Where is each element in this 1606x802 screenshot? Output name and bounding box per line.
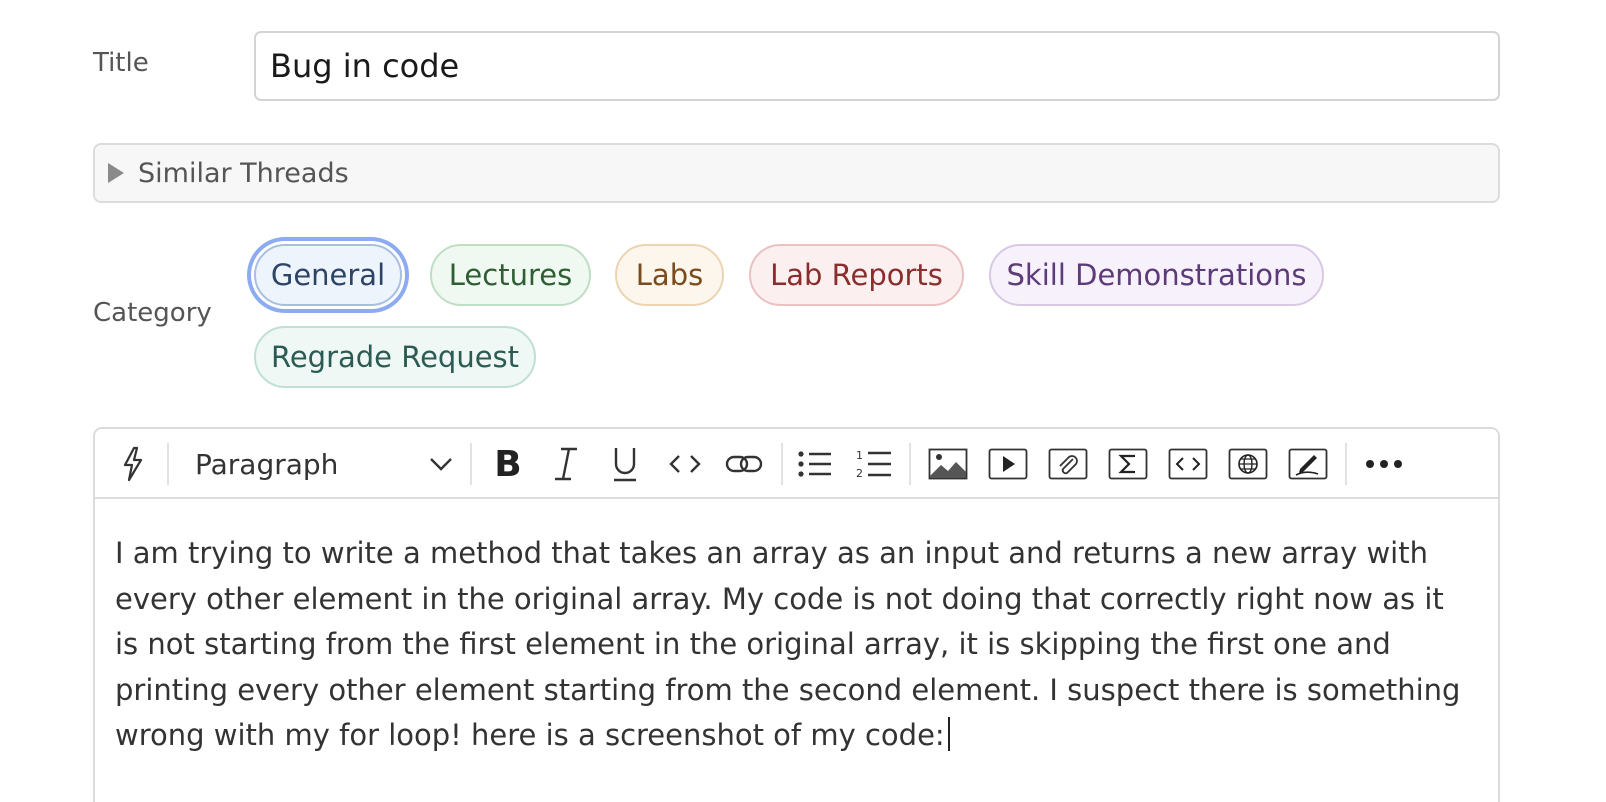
chip-label: General	[270, 258, 386, 292]
toolbar-separator	[470, 443, 472, 485]
category-chip-regrade-request[interactable]: Regrade Request	[254, 326, 536, 388]
toolbar-separator	[1345, 443, 1347, 485]
category-chip-skill-demonstrations[interactable]: Skill Demonstrations	[989, 244, 1324, 306]
text-cursor	[947, 717, 950, 751]
chip-label: Lectures	[448, 258, 573, 292]
category-label: Category	[93, 298, 212, 328]
svg-text:B: B	[494, 447, 521, 481]
svg-text:1: 1	[856, 449, 863, 462]
math-icon[interactable]	[1107, 446, 1149, 482]
more-icon[interactable]	[1363, 446, 1405, 482]
italic-icon[interactable]	[548, 446, 584, 482]
rich-text-editor: Paragraph B 12 I am trying to write a me…	[93, 427, 1500, 802]
chip-label: Regrade Request	[270, 340, 520, 374]
new-thread-form: Title Similar Threads Category General L…	[0, 0, 1606, 802]
link-icon[interactable]	[723, 446, 765, 482]
block-style-label: Paragraph	[195, 447, 339, 481]
chip-label: Lab Reports	[770, 258, 943, 292]
attachment-icon[interactable]	[1047, 446, 1089, 482]
toolbar-separator	[909, 443, 911, 485]
chevron-down-icon	[430, 458, 452, 471]
block-style-select[interactable]: Paragraph	[195, 443, 457, 485]
category-chip-lab-reports[interactable]: Lab Reports	[749, 244, 964, 306]
chip-label: Labs	[635, 258, 704, 292]
numbered-list-icon[interactable]: 12	[853, 446, 895, 482]
bold-icon[interactable]: B	[488, 446, 528, 482]
toolbar-separator	[781, 443, 783, 485]
editor-toolbar: Paragraph B 12	[95, 429, 1498, 499]
bullet-list-icon[interactable]	[795, 446, 835, 482]
code-block-icon[interactable]	[1167, 446, 1209, 482]
post-body-text: I am trying to write a method that takes…	[115, 536, 1461, 752]
chip-label: Skill Demonstrations	[1006, 258, 1307, 292]
video-icon[interactable]	[987, 446, 1029, 482]
category-chip-labs[interactable]: Labs	[615, 244, 724, 306]
toolbar-separator	[167, 443, 169, 485]
category-chip-lectures[interactable]: Lectures	[430, 244, 591, 306]
title-input[interactable]	[254, 31, 1500, 101]
underline-icon[interactable]	[607, 446, 643, 482]
inline-code-icon[interactable]	[665, 446, 705, 482]
lightning-icon[interactable]	[115, 446, 151, 482]
similar-threads-label: Similar Threads	[138, 157, 349, 189]
image-icon[interactable]	[927, 446, 969, 482]
category-chip-general[interactable]: General	[254, 244, 402, 306]
similar-threads-toggle[interactable]: Similar Threads	[93, 143, 1500, 203]
title-label: Title	[93, 48, 149, 78]
editor-content[interactable]: I am trying to write a method that takes…	[115, 531, 1475, 759]
svg-text:2: 2	[856, 467, 863, 480]
drawing-icon[interactable]	[1287, 446, 1329, 482]
disclosure-triangle-icon	[108, 163, 124, 183]
web-embed-icon[interactable]	[1227, 446, 1269, 482]
